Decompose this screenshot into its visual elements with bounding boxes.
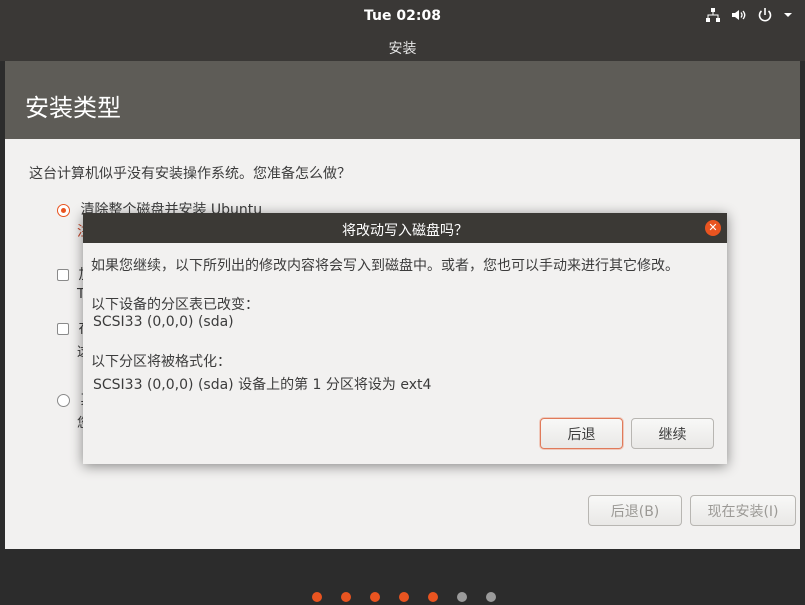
clock[interactable]: Tue 02:08 [0, 8, 805, 24]
install-question: 这台计算机似乎没有安装操作系统。您准备怎么做？ [29, 166, 351, 182]
dialog-back-button[interactable]: 后退 [540, 418, 623, 449]
network-icon[interactable] [705, 7, 721, 23]
progress-dot [428, 592, 438, 602]
dialog-continue-button[interactable]: 继续 [631, 418, 714, 449]
progress-dot [370, 592, 380, 602]
page-header: 安装类型 [5, 61, 800, 139]
system-tray [705, 7, 793, 23]
radio-selected[interactable] [57, 203, 70, 217]
volume-icon[interactable] [731, 7, 747, 23]
power-icon[interactable] [757, 7, 773, 23]
progress-dot [312, 592, 322, 602]
dialog-intro: 如果您继续，以下所列出的修改内容将会写入到磁盘中。或者，您也可以手动来进行其它修… [91, 258, 679, 274]
page-title: 安装类型 [25, 94, 121, 122]
progress-dot [341, 592, 351, 602]
format-item: SCSI33 (0,0,0) (sda) 设备上的第 1 分区将设为 ext4 [93, 377, 432, 393]
progress-dot [457, 592, 467, 602]
dialog-header: 将改动写入磁盘吗？ ✕ [83, 213, 727, 243]
top-bar: Tue 02:08 [0, 0, 805, 33]
radio[interactable] [57, 393, 70, 407]
partition-table-heading: 以下设备的分区表已改变： [91, 297, 259, 313]
close-icon[interactable]: ✕ [705, 220, 721, 236]
window-title: 安装 [388, 41, 417, 57]
dialog-title: 将改动写入磁盘吗？ [342, 223, 468, 239]
checkbox[interactable] [57, 323, 69, 335]
progress-dot [486, 592, 496, 602]
window-title-bar: 安装 [0, 33, 805, 61]
format-heading: 以下分区将被格式化： [91, 354, 231, 370]
confirm-dialog: 将改动写入磁盘吗？ ✕ 如果您继续，以下所列出的修改内容将会写入到磁盘中。或者，… [83, 213, 727, 464]
back-button[interactable]: 后退(B) [588, 495, 682, 526]
progress-dot [399, 592, 409, 602]
checkbox[interactable] [57, 269, 69, 281]
partition-table-device: SCSI33 (0,0,0) (sda) [93, 314, 234, 330]
install-now-button[interactable]: 现在安装(I) [690, 495, 796, 526]
chevron-down-icon[interactable] [783, 7, 793, 23]
